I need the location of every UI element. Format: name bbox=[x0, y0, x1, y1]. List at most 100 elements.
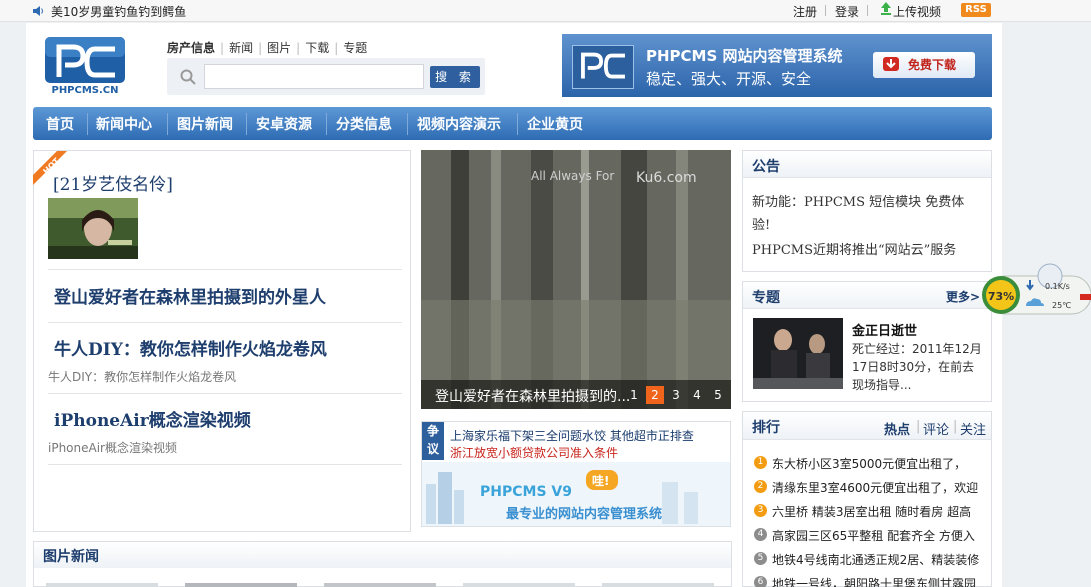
picture-thumb[interactable] bbox=[46, 583, 158, 587]
banner-title: PHPCMS 网站内容管理系统 bbox=[646, 47, 843, 65]
slideshow-image[interactable]: All Always For Ku6.com bbox=[421, 150, 731, 409]
slide-caption[interactable]: 登山爱好者在森林里拍摄到的... bbox=[435, 386, 630, 406]
widget-temp: 25℃ bbox=[1052, 301, 1071, 310]
topic-image[interactable] bbox=[753, 318, 843, 389]
cat-pictures[interactable]: 图片 bbox=[267, 41, 291, 55]
ranking-item[interactable]: 地铁4号线南北通透正规2居、精装装修 bbox=[772, 551, 979, 568]
cat-topics[interactable]: 专题 bbox=[343, 41, 367, 55]
logo-text: PHPCMS.CN bbox=[51, 85, 118, 95]
topic-desc: 17日8时30分，在前去 bbox=[852, 360, 975, 374]
nav-divider bbox=[407, 113, 408, 135]
picture-thumb[interactable] bbox=[463, 583, 575, 587]
rank-number: 5 bbox=[754, 552, 767, 565]
tab-comments[interactable]: 评论 bbox=[923, 419, 949, 438]
search-button[interactable]: 搜 索 bbox=[430, 66, 480, 88]
nav-yellow-pages[interactable]: 企业黄页 bbox=[527, 114, 583, 134]
v9-title: PHPCMS V9 bbox=[480, 484, 572, 500]
slide-watermark: All Always For bbox=[531, 169, 614, 183]
picture-thumb[interactable] bbox=[602, 583, 714, 587]
divider bbox=[48, 269, 402, 270]
notice-item[interactable]: 验! bbox=[752, 214, 770, 233]
slide-page-1[interactable]: 1 bbox=[625, 386, 643, 404]
news-item-summary: iPhoneAir概念渲染视频 bbox=[48, 441, 177, 455]
news-item-title[interactable]: 登山爱好者在森林里拍摄到的外星人 bbox=[54, 283, 326, 308]
ranking-item[interactable]: 高家园三区65平整租 配套齐全 方便入 bbox=[772, 527, 975, 544]
picture-thumb[interactable] bbox=[185, 583, 297, 587]
phpcms-v9-ad[interactable]: PHPCMS V9 哇! 最专业的网站内容管理系统 bbox=[422, 462, 730, 526]
phpcms-logo[interactable]: PHPCMS.CN bbox=[45, 37, 125, 95]
notice-header bbox=[743, 151, 991, 178]
category-links: 房产信息 | 新闻 | 图片 | 下载 | 专题 bbox=[167, 41, 368, 55]
search-input[interactable] bbox=[204, 64, 424, 89]
debate-link[interactable]: 上海家乐福下架三全问题水饺 其他超市正排查 bbox=[450, 427, 694, 444]
divider bbox=[48, 393, 402, 394]
divider bbox=[48, 464, 402, 465]
nav-divider bbox=[326, 113, 327, 135]
nav-news-center[interactable]: 新闻中心 bbox=[96, 114, 152, 134]
news-item-title[interactable]: iPhoneAir概念渲染视频 bbox=[54, 406, 251, 431]
cat-download[interactable]: 下载 bbox=[305, 41, 329, 55]
debate-link[interactable]: 浙江放宽小额贷款公司准入条件 bbox=[450, 444, 618, 461]
cat-news[interactable]: 新闻 bbox=[229, 41, 253, 55]
ranking-title: 排行 bbox=[752, 420, 780, 436]
tab-divider: | bbox=[916, 419, 921, 434]
divider bbox=[867, 5, 868, 16]
rank-number: 6 bbox=[754, 576, 767, 587]
tab-hot[interactable]: 热点 bbox=[884, 419, 910, 438]
tab-follow[interactable]: 关注 bbox=[960, 419, 986, 438]
nav-android[interactable]: 安卓资源 bbox=[256, 114, 312, 134]
more-link[interactable]: 更多> bbox=[946, 288, 980, 305]
nav-video-demo[interactable]: 视频内容演示 bbox=[417, 114, 501, 134]
ranking-item[interactable]: 地铁一号线，朝阳路十里堡东侧甘露园 bbox=[772, 575, 976, 587]
ranking-item[interactable]: 清缘东里3室4600元便宜出租了，欢迎 bbox=[772, 479, 978, 496]
nav-classifieds[interactable]: 分类信息 bbox=[336, 114, 392, 134]
slide-page-4[interactable]: 4 bbox=[688, 386, 706, 404]
tab-divider: | bbox=[953, 419, 958, 434]
rank-number: 1 bbox=[754, 456, 767, 469]
topic-desc: 死亡经过：2011年12月 bbox=[852, 342, 982, 356]
slide-page-3[interactable]: 3 bbox=[667, 386, 685, 404]
notice-item[interactable]: PHPCMS近期将推出“网站云”服务 bbox=[752, 239, 956, 258]
speaker-icon bbox=[33, 6, 43, 16]
rss-button[interactable]: RSS bbox=[961, 3, 991, 17]
v9-badge: 哇! bbox=[592, 473, 609, 488]
slide-watermark: Ku6.com bbox=[636, 170, 697, 186]
picture-news-title: 图片新闻 bbox=[43, 549, 99, 565]
news-item-summary: 牛人DIY：教你怎样制作火焰龙卷风 bbox=[48, 370, 237, 384]
divider bbox=[48, 322, 402, 323]
picture-thumb[interactable] bbox=[324, 583, 436, 587]
nav-home[interactable]: 首页 bbox=[46, 114, 74, 134]
topic-headline[interactable]: 金正日逝世 bbox=[852, 320, 917, 339]
notice-title: 公告 bbox=[752, 159, 780, 175]
download-icon bbox=[883, 57, 899, 71]
news-ticker[interactable]: 美10岁男童钓鱼钓到鳄鱼 bbox=[51, 3, 186, 20]
video-thumbnail[interactable] bbox=[48, 198, 138, 259]
picture-news-header bbox=[34, 542, 731, 568]
notice-item[interactable]: 新功能：PHPCMS 短信模块 免费体 bbox=[752, 191, 964, 210]
widget-percent: 73% bbox=[988, 290, 1014, 303]
rank-number: 3 bbox=[754, 504, 767, 517]
debate-tag: 争议 bbox=[422, 422, 444, 460]
topic-title: 专题 bbox=[752, 290, 780, 306]
rank-number: 4 bbox=[754, 528, 767, 541]
topic-desc: 现场指导... bbox=[852, 378, 912, 392]
slide-page-5[interactable]: 5 bbox=[709, 386, 727, 404]
login-link[interactable]: 登录 bbox=[835, 3, 859, 20]
hot-title[interactable]: [21岁艺伎名伶] bbox=[53, 170, 173, 195]
register-link[interactable]: 注册 bbox=[793, 3, 817, 20]
nav-divider bbox=[87, 113, 88, 135]
nav-divider bbox=[246, 113, 247, 135]
upload-video-link[interactable]: 上传视频 bbox=[893, 3, 941, 20]
network-speed-widget[interactable]: 73% 0.1K/s 25℃ bbox=[980, 262, 1091, 318]
v9-slogan: 最专业的网站内容管理系统 bbox=[506, 506, 662, 522]
slide-page-2[interactable]: 2 bbox=[646, 386, 664, 404]
search-icon bbox=[180, 69, 196, 85]
ranking-item[interactable]: 东大桥小区3室5000元便宜出租了， bbox=[772, 455, 966, 472]
news-item-title[interactable]: 牛人DIY：教你怎样制作火焰龙卷风 bbox=[54, 335, 327, 360]
nav-picture-news[interactable]: 图片新闻 bbox=[177, 114, 233, 134]
cat-realestate[interactable]: 房产信息 bbox=[167, 41, 215, 55]
rank-number: 2 bbox=[754, 480, 767, 493]
upload-icon bbox=[881, 2, 891, 15]
nav-divider bbox=[517, 113, 518, 135]
ranking-item[interactable]: 六里桥 精装3居室出租 随时看房 超高 bbox=[772, 503, 971, 520]
